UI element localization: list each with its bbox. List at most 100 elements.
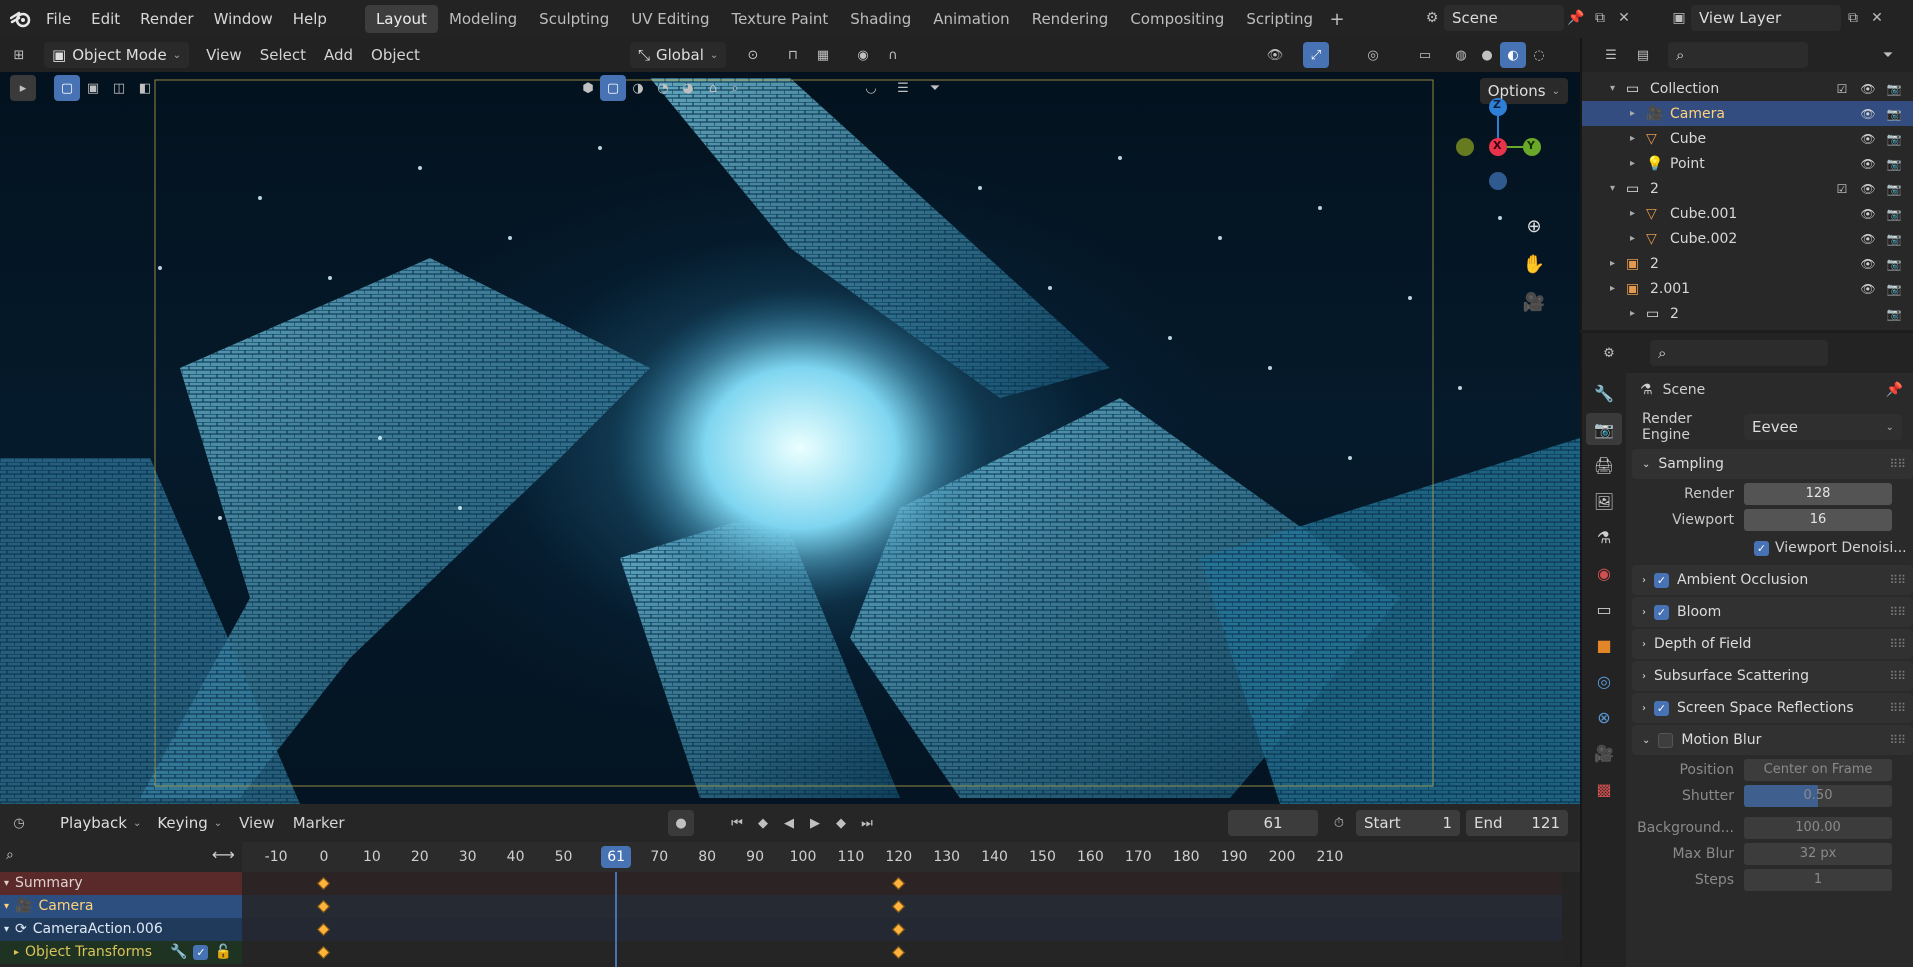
add-workspace-button[interactable]: +	[1324, 9, 1350, 30]
tab-modeling[interactable]: Modeling	[438, 5, 528, 33]
expand-icon[interactable]: ▸	[1630, 108, 1635, 119]
render-samples-field[interactable]: 128	[1744, 483, 1892, 505]
tab-scripting[interactable]: Scripting	[1235, 5, 1324, 33]
drag-handle-icon[interactable]: ⠿⠿	[1889, 457, 1906, 471]
eye-icon[interactable]: 👁	[1859, 180, 1877, 198]
expand-icon[interactable]: ▾	[4, 872, 9, 895]
render-camera-icon[interactable]: 📷	[1885, 80, 1903, 98]
collection-tab-icon[interactable]: ▭	[1586, 593, 1622, 625]
eye-icon[interactable]: 👁	[1859, 155, 1877, 173]
display-mode-icon[interactable]: ▤	[1630, 42, 1656, 68]
panel-header[interactable]: › ✓ Ambient Occlusion ⠿⠿	[1632, 565, 1913, 595]
expand-icon[interactable]: ▸	[1610, 283, 1615, 294]
tab-animation[interactable]: Animation	[922, 5, 1020, 33]
panel-header[interactable]: › ✓ Bloom ⠿⠿	[1632, 597, 1913, 627]
expand-icon[interactable]: ▾	[1610, 83, 1615, 94]
delete-scene-icon[interactable]: ✕	[1612, 6, 1636, 30]
lock-icon[interactable]: 🔓	[214, 941, 231, 964]
rendered-shading-icon[interactable]: ◌	[1526, 42, 1552, 68]
drag-handle-icon[interactable]: ⠿⠿	[1889, 733, 1906, 747]
expand-icon[interactable]: ▾	[1610, 183, 1615, 194]
render-camera-icon[interactable]: 📷	[1885, 280, 1903, 298]
select-box-extend-icon[interactable]: ▣	[80, 75, 106, 101]
outliner-row[interactable]: ▸ ▽ Cube.002 👁 📷	[1582, 226, 1913, 251]
render-camera-icon[interactable]: 📷	[1885, 255, 1903, 273]
active-tool-icon[interactable]: ▸	[10, 75, 36, 101]
gizmo-toggle-icon[interactable]: ⤢	[1303, 42, 1329, 68]
channel-object-transforms[interactable]: ▸ Object Transforms 🔧 ✓ 🔓	[0, 941, 242, 964]
expand-icon[interactable]: ▸	[1630, 208, 1635, 219]
drag-handle-icon[interactable]: ⠿⠿	[1889, 669, 1906, 683]
channel-summary[interactable]: ▾ Summary	[0, 872, 242, 895]
object-tab-icon[interactable]: ■	[1586, 629, 1622, 661]
physics-tab-icon[interactable]: ◎	[1586, 665, 1622, 697]
keyframe-area[interactable]	[242, 872, 1562, 967]
mb-shutter-slider[interactable]: 0.50	[1744, 785, 1892, 807]
curve-icon[interactable]: ◡	[858, 75, 884, 101]
outliner-row[interactable]: ▸ ▣ 2.001 👁 📷	[1582, 276, 1913, 301]
tool-tab-icon[interactable]: 🔧	[1586, 377, 1622, 409]
view-layer-icon[interactable]: ▣	[1667, 6, 1691, 30]
constraints-tab-icon[interactable]: ⊗	[1586, 701, 1622, 733]
solid-shading-icon[interactable]: ●	[1474, 42, 1500, 68]
panel-header[interactable]: › Subsurface Scattering ⠿⠿	[1632, 661, 1913, 691]
exclude-checkbox-icon[interactable]: ☑	[1833, 80, 1851, 98]
select-box-new-icon[interactable]: ▢	[54, 75, 80, 101]
eye-icon[interactable]: 👁	[1859, 205, 1877, 223]
expand-icon[interactable]: ▸	[1630, 308, 1635, 319]
mb-steps-field[interactable]: 1	[1744, 869, 1892, 891]
expand-icon[interactable]: ▸	[1630, 233, 1635, 244]
new-scene-icon[interactable]: ⧉	[1588, 6, 1612, 30]
scene-name-field[interactable]: Scene	[1444, 5, 1564, 31]
outliner-row[interactable]: ▸ ▽ Cube 👁 📷	[1582, 126, 1913, 151]
object-types-icon[interactable]: ⬢	[575, 75, 601, 101]
channel-camera[interactable]: ▾ 🎥 Camera	[0, 895, 242, 918]
scene-tab-icon[interactable]: ⚗	[1586, 521, 1622, 553]
mb-background-field[interactable]: 100.00	[1744, 817, 1892, 839]
render-camera-icon[interactable]: 📷	[1885, 230, 1903, 248]
outliner-search-input[interactable]: ⌕	[1668, 42, 1808, 68]
mode-dropdown[interactable]: ▣ Object Mode ⌄	[44, 42, 190, 68]
render-camera-icon[interactable]: 📷	[1885, 305, 1903, 323]
properties-editor-type-icon[interactable]: ⚙	[1596, 340, 1622, 366]
scene-icon[interactable]: ⚙	[1420, 6, 1444, 30]
delete-view-layer-icon[interactable]: ✕	[1865, 6, 1889, 30]
new-view-layer-icon[interactable]: ⧉	[1841, 6, 1865, 30]
render-camera-icon[interactable]: 📷	[1885, 155, 1903, 173]
snap-icon[interactable]: ⊓	[780, 42, 806, 68]
object-data-tab-icon[interactable]: 🎥	[1586, 737, 1622, 769]
keying-dropdown[interactable]: Keying ⌄	[149, 810, 230, 836]
end-frame-field[interactable]: End 121	[1466, 810, 1568, 836]
select-box-intersect-icon[interactable]: ◧	[132, 75, 158, 101]
tab-shading[interactable]: Shading	[839, 5, 922, 33]
frame-ruler[interactable]: ⌕ ⟷ -10 0 10 20 30 40 50 70 80 90 100 110 120 130 140 1…	[0, 842, 1580, 872]
tab-texture-paint[interactable]: Texture Paint	[720, 5, 839, 33]
editor-type-icon[interactable]: ⊞	[6, 42, 32, 68]
checkbox-icon[interactable]: ✓	[193, 945, 209, 960]
proportional-edit-icon[interactable]: ◉	[850, 42, 876, 68]
jump-end-icon[interactable]: ⏭	[854, 810, 880, 836]
mb-position-dropdown[interactable]: Center on Frame	[1744, 759, 1892, 781]
properties-search-input[interactable]: ⌕	[1650, 340, 1828, 366]
next-keyframe-icon[interactable]: ◆	[828, 810, 854, 836]
render-camera-icon[interactable]: 📷	[1885, 205, 1903, 223]
timeline-menu-marker[interactable]: Marker	[284, 810, 354, 836]
overlay-icon[interactable]: ◎	[1360, 42, 1386, 68]
menu-window[interactable]: Window	[204, 6, 283, 32]
output-tab-icon[interactable]: 🖨	[1586, 449, 1622, 481]
view-layer-name-field[interactable]: View Layer	[1691, 5, 1841, 31]
menu-edit[interactable]: Edit	[81, 6, 130, 32]
pin-icon[interactable]: 📌	[1564, 6, 1588, 30]
outliner-row[interactable]: ▸ 💡 Point 👁 📷	[1582, 151, 1913, 176]
motion-blur-checkbox[interactable]	[1658, 732, 1674, 748]
pan-hand-icon[interactable]: ✋	[1518, 248, 1550, 280]
panel-checkbox[interactable]: ✓	[1654, 700, 1669, 716]
tab-compositing[interactable]: Compositing	[1119, 5, 1235, 33]
menu-select[interactable]: Select	[251, 42, 315, 68]
viewport-samples-field[interactable]: 16	[1744, 509, 1892, 531]
menu-add[interactable]: Add	[315, 42, 362, 68]
menu-object[interactable]: Object	[362, 42, 429, 68]
tab-rendering[interactable]: Rendering	[1021, 5, 1120, 33]
eye-icon[interactable]: 👁	[1859, 130, 1877, 148]
channel-action[interactable]: ▾ ⟳ CameraAction.006	[0, 918, 242, 941]
